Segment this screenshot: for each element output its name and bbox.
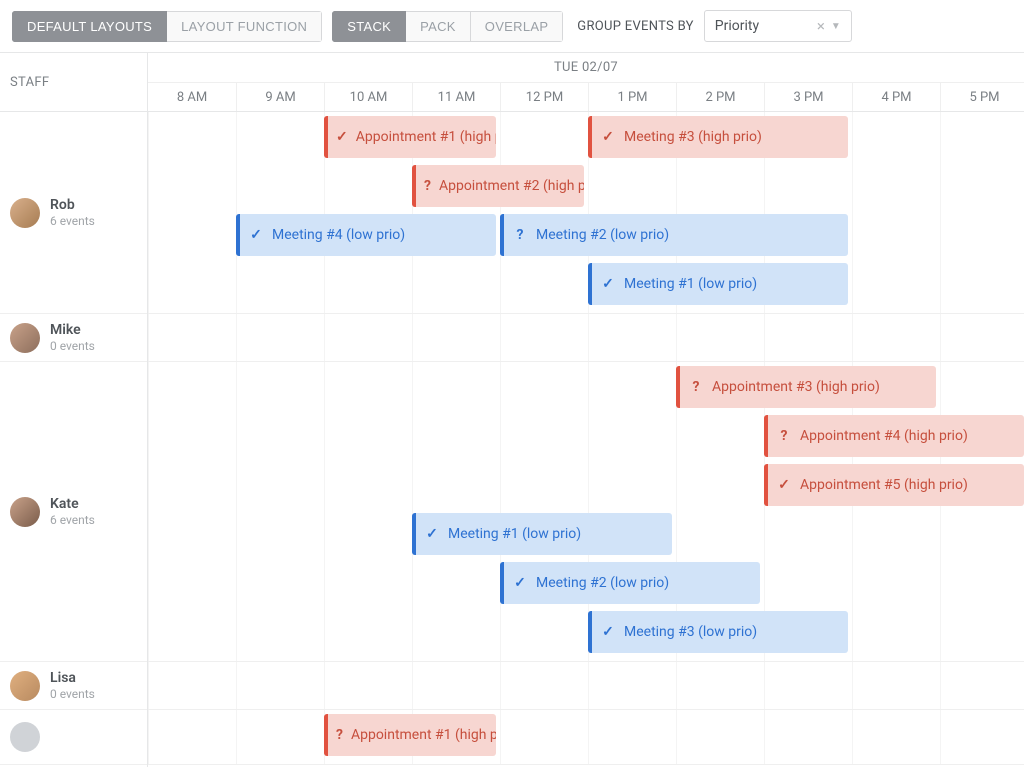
question-icon: ? (688, 379, 704, 395)
resource-row[interactable]: Mike 0 events (0, 314, 147, 362)
time-header-cell: 11 AM (412, 83, 500, 111)
resource-count: 0 events (50, 339, 95, 353)
avatar (10, 497, 40, 527)
event[interactable]: ? Appointment #1 (high prio) (324, 714, 496, 756)
question-icon: ? (776, 428, 792, 444)
event[interactable]: ✓ Meeting #4 (low prio) (236, 214, 496, 256)
event-title: Meeting #4 (low prio) (272, 227, 405, 243)
time-header-cell: 3 PM (764, 83, 852, 111)
layout-type-group: STACKPACKOVERLAP (332, 11, 563, 42)
event[interactable]: ? Appointment #3 (high prio) (676, 366, 936, 408)
timeline-row[interactable] (148, 314, 1024, 362)
event[interactable]: ✓ Meeting #3 (low prio) (588, 611, 848, 653)
event-title: Meeting #3 (high prio) (624, 129, 762, 145)
avatar (10, 722, 40, 752)
question-icon: ? (512, 227, 528, 243)
resource-name: Mike (50, 322, 95, 339)
layout-mode-group: DEFAULT LAYOUTSLAYOUT FUNCTION (12, 11, 322, 42)
group-by-label: GROUP EVENTS BY (577, 19, 693, 34)
time-header-cell: 12 PM (500, 83, 588, 111)
toolbar-btn-layout-function[interactable]: LAYOUT FUNCTION (167, 11, 322, 42)
event[interactable]: ✓ Appointment #5 (high prio) (764, 464, 1024, 506)
time-header-cell: 10 AM (324, 83, 412, 111)
event[interactable]: ✓ Meeting #2 (low prio) (500, 562, 760, 604)
time-header-cell: 9 AM (236, 83, 324, 111)
toolbar-btn-stack[interactable]: STACK (332, 11, 406, 42)
check-icon: ✓ (600, 276, 616, 292)
toolbar-btn-overlap[interactable]: OVERLAP (471, 11, 564, 42)
event-title: Meeting #1 (low prio) (448, 526, 581, 542)
avatar (10, 323, 40, 353)
event-title: Appointment #2 (high prio) (439, 178, 584, 194)
event[interactable]: ✓ Meeting #3 (high prio) (588, 116, 848, 158)
time-header-cell: 2 PM (676, 83, 764, 111)
toolbar-btn-default-layouts[interactable]: DEFAULT LAYOUTS (12, 11, 167, 42)
resource-column: STAFF Rob 6 events Mike 0 events Kate 6 … (0, 53, 148, 767)
group-by-select[interactable]: Priority × ▼ (704, 10, 852, 42)
event-title: Meeting #1 (low prio) (624, 276, 757, 292)
clear-icon[interactable]: × (813, 17, 829, 35)
timeline-row[interactable]: ? Appointment #1 (high prio) (148, 710, 1024, 765)
question-icon: ? (424, 178, 431, 194)
event[interactable]: ✓ Meeting #1 (low prio) (588, 263, 848, 305)
check-icon: ✓ (600, 129, 616, 145)
time-header-cell: 5 PM (940, 83, 1024, 111)
event-title: Meeting #2 (low prio) (536, 227, 669, 243)
resource-name: Lisa (50, 670, 95, 687)
event-title: Appointment #4 (high prio) (800, 428, 968, 444)
chevron-down-icon: ▼ (831, 21, 841, 32)
check-icon: ✓ (600, 624, 616, 640)
resource-name: Rob (50, 197, 95, 214)
timeline-row[interactable]: ✓ Appointment #1 (high prio) ✓ Meeting #3 (… (148, 112, 1024, 314)
time-header-cell: 8 AM (148, 83, 236, 111)
event-title: Appointment #1 (high prio) (351, 727, 496, 743)
event-title: Appointment #5 (high prio) (800, 477, 968, 493)
check-icon: ✓ (424, 526, 440, 542)
resource-row[interactable]: Lisa 0 events (0, 662, 147, 710)
question-icon: ? (336, 727, 343, 743)
check-icon: ✓ (776, 477, 792, 493)
event-title: Meeting #3 (low prio) (624, 624, 757, 640)
time-header-cell: 1 PM (588, 83, 676, 111)
event[interactable]: ? Appointment #2 (high prio) (412, 165, 584, 207)
time-header: 8 AM9 AM10 AM11 AM12 PM1 PM2 PM3 PM4 PM5… (148, 83, 1024, 112)
resource-count: 6 events (50, 513, 95, 527)
event-title: Meeting #2 (low prio) (536, 575, 669, 591)
check-icon: ✓ (248, 227, 264, 243)
resource-row[interactable]: Kate 6 events (0, 362, 147, 662)
time-header-cell: 4 PM (852, 83, 940, 111)
event[interactable]: ? Appointment #4 (high prio) (764, 415, 1024, 457)
check-icon: ✓ (512, 575, 528, 591)
avatar (10, 671, 40, 701)
resource-row[interactable]: Rob 6 events (0, 112, 147, 314)
toolbar: DEFAULT LAYOUTSLAYOUT FUNCTION STACKPACK… (0, 0, 1024, 53)
timeline-row[interactable] (148, 662, 1024, 710)
event[interactable]: ? Meeting #2 (low prio) (500, 214, 848, 256)
check-icon: ✓ (336, 129, 348, 145)
event[interactable]: ✓ Appointment #1 (high prio) (324, 116, 496, 158)
resource-count: 0 events (50, 687, 95, 701)
event[interactable]: ✓ Meeting #1 (low prio) (412, 513, 672, 555)
group-by-value: Priority (715, 18, 813, 34)
event-title: Appointment #3 (high prio) (712, 379, 880, 395)
resource-count: 6 events (50, 214, 95, 228)
event-title: Appointment #1 (high prio) (356, 129, 496, 145)
scheduler-grid: STAFF Rob 6 events Mike 0 events Kate 6 … (0, 53, 1024, 767)
resource-row[interactable] (0, 710, 147, 765)
date-header: TUE 02/07 (148, 53, 1024, 83)
timeline-row[interactable]: ? Appointment #3 (high prio)? Appointment … (148, 362, 1024, 662)
toolbar-btn-pack[interactable]: PACK (406, 11, 471, 42)
staff-header: STAFF (0, 53, 147, 112)
avatar (10, 198, 40, 228)
timeline-column: TUE 02/07 8 AM9 AM10 AM11 AM12 PM1 PM2 P… (148, 53, 1024, 767)
resource-name: Kate (50, 496, 95, 513)
